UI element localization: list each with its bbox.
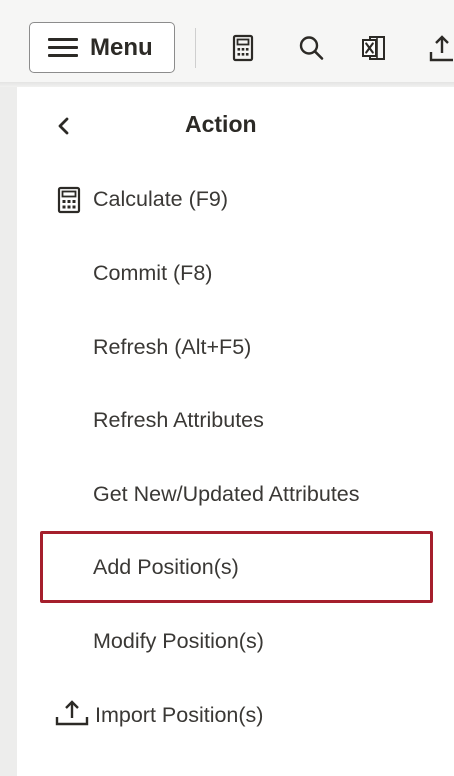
excel-icon[interactable] <box>360 33 388 63</box>
panel-title: Action <box>185 111 257 137</box>
calculator-icon[interactable] <box>229 33 257 63</box>
back-chevron-icon[interactable] <box>54 114 76 138</box>
toolbar-divider <box>195 28 196 68</box>
upload-icon <box>55 699 89 727</box>
menu-button[interactable]: Menu <box>29 22 175 73</box>
action-item-calculate[interactable]: Calculate (F9) <box>93 184 228 214</box>
menu-button-label: Menu <box>90 33 153 61</box>
action-item-modify-positions[interactable]: Modify Position(s) <box>93 626 264 656</box>
upload-icon[interactable] <box>428 33 454 63</box>
hamburger-icon <box>48 37 78 59</box>
page: Menu Action Calculate (F9) Commit (F8) R… <box>0 0 454 776</box>
toolbar: Menu <box>0 0 454 82</box>
action-item-add-positions[interactable]: Add Position(s) <box>93 552 239 582</box>
panel-left-gutter <box>0 87 17 776</box>
search-icon[interactable] <box>297 33 325 63</box>
calculator-icon <box>56 186 82 214</box>
action-item-import-positions[interactable]: Import Position(s) <box>95 700 263 730</box>
action-item-commit[interactable]: Commit (F8) <box>93 258 212 288</box>
action-item-refresh[interactable]: Refresh (Alt+F5) <box>93 332 251 362</box>
action-item-refresh-attributes[interactable]: Refresh Attributes <box>93 405 264 435</box>
action-item-get-new-updated-attributes[interactable]: Get New/Updated Attributes <box>93 479 360 509</box>
